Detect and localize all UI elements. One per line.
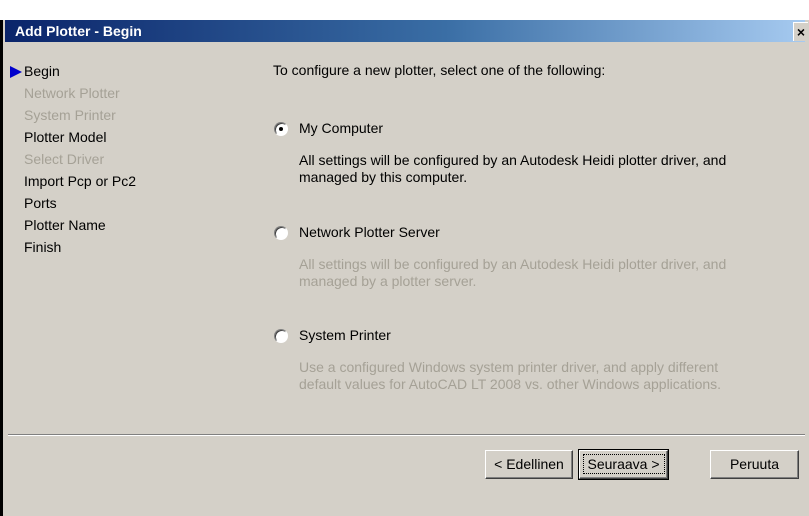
option-my-computer[interactable]: My Computer All settings will be configu… (273, 120, 743, 185)
back-button[interactable]: < Edellinen (485, 450, 573, 479)
step-label: Select Driver (24, 151, 105, 167)
step-plotter-name: Plotter Name (10, 214, 210, 236)
next-button-label: Seuraava > (582, 454, 665, 474)
step-finish: Finish (10, 236, 210, 258)
title-bar[interactable]: Add Plotter - Begin × (5, 20, 808, 42)
my-computer-radio[interactable] (274, 122, 288, 136)
step-ports: Ports (10, 192, 210, 214)
option-network-plotter-server[interactable]: Network Plotter Server All settings will… (273, 224, 743, 289)
close-icon[interactable]: × (793, 22, 808, 41)
bottom-separator (8, 434, 805, 436)
next-button[interactable]: Seuraava > (578, 449, 669, 480)
step-import-pcp: Import Pcp or Pc2 (10, 170, 210, 192)
step-label: Plotter Name (24, 217, 106, 233)
system-printer-description: Use a configured Windows system printer … (299, 359, 722, 392)
instruction-text: To configure a new plotter, select one o… (273, 62, 606, 78)
option-system-printer[interactable]: System Printer Use a configured Windows … (273, 327, 743, 392)
my-computer-label[interactable]: My Computer (299, 120, 383, 136)
my-computer-description: All settings will be configured by an Au… (299, 152, 727, 185)
network-plotter-server-description: All settings will be configured by an Au… (299, 256, 727, 289)
step-system-printer: System Printer (10, 104, 210, 126)
radio-row[interactable]: Network Plotter Server (273, 224, 743, 244)
back-button-label: < Edellinen (494, 456, 564, 472)
window-title: Add Plotter - Begin (15, 23, 142, 39)
step-label: Plotter Model (24, 129, 107, 145)
step-label: Network Plotter (24, 85, 120, 101)
wizard-steps: Begin Network Plotter System Printer Plo… (10, 60, 210, 258)
system-printer-label[interactable]: System Printer (299, 327, 391, 343)
network-plotter-server-radio[interactable] (274, 226, 288, 240)
step-network-plotter: Network Plotter (10, 82, 210, 104)
system-printer-radio[interactable] (274, 329, 288, 343)
cancel-button[interactable]: Peruuta (710, 450, 799, 479)
radio-row[interactable]: System Printer (273, 327, 743, 347)
radio-selected-dot-icon (279, 127, 283, 131)
radio-row[interactable]: My Computer (273, 120, 743, 140)
step-label: Finish (24, 239, 62, 255)
cancel-button-label: Peruuta (729, 456, 780, 472)
step-select-driver: Select Driver (10, 148, 210, 170)
step-label: Import Pcp or Pc2 (24, 173, 137, 189)
network-plotter-server-label[interactable]: Network Plotter Server (299, 224, 440, 240)
step-label: Begin (24, 63, 60, 79)
step-label: System Printer (24, 107, 116, 123)
step-label: Ports (24, 195, 57, 211)
top-blank-strip (0, 0, 809, 20)
step-plotter-model: Plotter Model (10, 126, 210, 148)
current-step-arrow-icon (10, 66, 22, 78)
step-begin: Begin (10, 60, 210, 82)
